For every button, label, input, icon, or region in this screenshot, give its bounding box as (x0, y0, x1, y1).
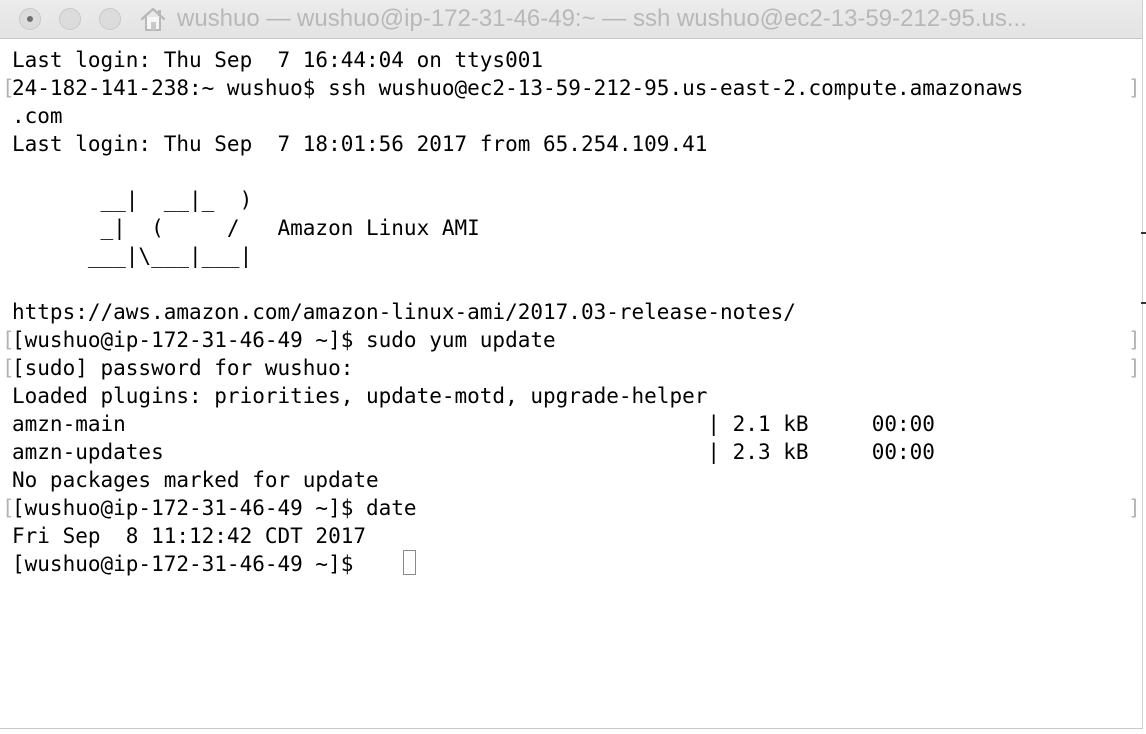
window-title: wushuo — wushuo@ip-172-31-46-49:~ — ssh … (177, 5, 1027, 32)
terminal-content[interactable]: Last login: Thu Sep 7 16:44:04 on ttys00… (0, 39, 1142, 728)
no-packages-line: No packages marked for update (12, 468, 379, 492)
sudo-left-bracket: [ (2, 356, 15, 380)
terminal-line-2: 24-182-141-238:~ wushuo$ ssh wushuo@ec2-… (12, 76, 1024, 100)
release-notes-url: https://aws.amazon.com/amazon-linux-ami/… (12, 300, 796, 324)
loaded-plugins-line: Loaded plugins: priorities, update-motd,… (12, 384, 708, 408)
background-edge-mark-1 (1141, 232, 1146, 234)
minimize-button[interactable] (59, 8, 81, 30)
ascii-art-line-1: __| __|_ ) (12, 188, 253, 212)
terminal-cursor[interactable] (403, 550, 416, 575)
terminal-line-3: .com (12, 104, 63, 128)
ascii-art-line-2: _| ( / Amazon Linux AMI (12, 216, 480, 240)
background-edge-mark-2 (1141, 302, 1146, 304)
prompt-left-bracket: [ (2, 328, 15, 352)
terminal-line-1: Last login: Thu Sep 7 16:44:04 on ttys00… (12, 48, 544, 72)
prompt-yum-update: [wushuo@ip-172-31-46-49 ~]$ sudo yum upd… (12, 328, 556, 352)
close-button[interactable] (19, 8, 41, 30)
home-icon (140, 7, 166, 31)
close-dot-icon (27, 16, 33, 22)
date-prompt-left-bracket: [ (2, 496, 15, 520)
prompt-right-bracket: ] (1128, 328, 1141, 352)
sudo-right-bracket: ] (1128, 356, 1141, 380)
date-prompt-right-bracket: ] (1128, 496, 1141, 520)
prompt-date: [wushuo@ip-172-31-46-49 ~]$ date (12, 496, 417, 520)
title-bar[interactable]: wushuo — wushuo@ip-172-31-46-49:~ — ssh … (0, 0, 1142, 39)
ascii-art-line-3: ___|\___|___| (12, 244, 253, 268)
line-continuation-left-bracket: [ (2, 76, 15, 100)
terminal-window: wushuo — wushuo@ip-172-31-46-49:~ — ssh … (0, 0, 1143, 729)
repo-amzn-updates: amzn-updates | 2.3 kB 00:00 (12, 440, 935, 464)
date-output: Fri Sep 8 11:12:42 CDT 2017 (12, 524, 367, 548)
sudo-password-prompt: [sudo] password for wushuo: (12, 356, 354, 380)
zoom-button[interactable] (99, 8, 121, 30)
repo-amzn-main: amzn-main | 2.1 kB 00:00 (12, 412, 935, 436)
current-prompt[interactable]: [wushuo@ip-172-31-46-49 ~]$ (12, 550, 366, 578)
line-continuation-right-bracket: ] (1128, 76, 1141, 100)
terminal-line-4: Last login: Thu Sep 7 18:01:56 2017 from… (12, 132, 708, 156)
